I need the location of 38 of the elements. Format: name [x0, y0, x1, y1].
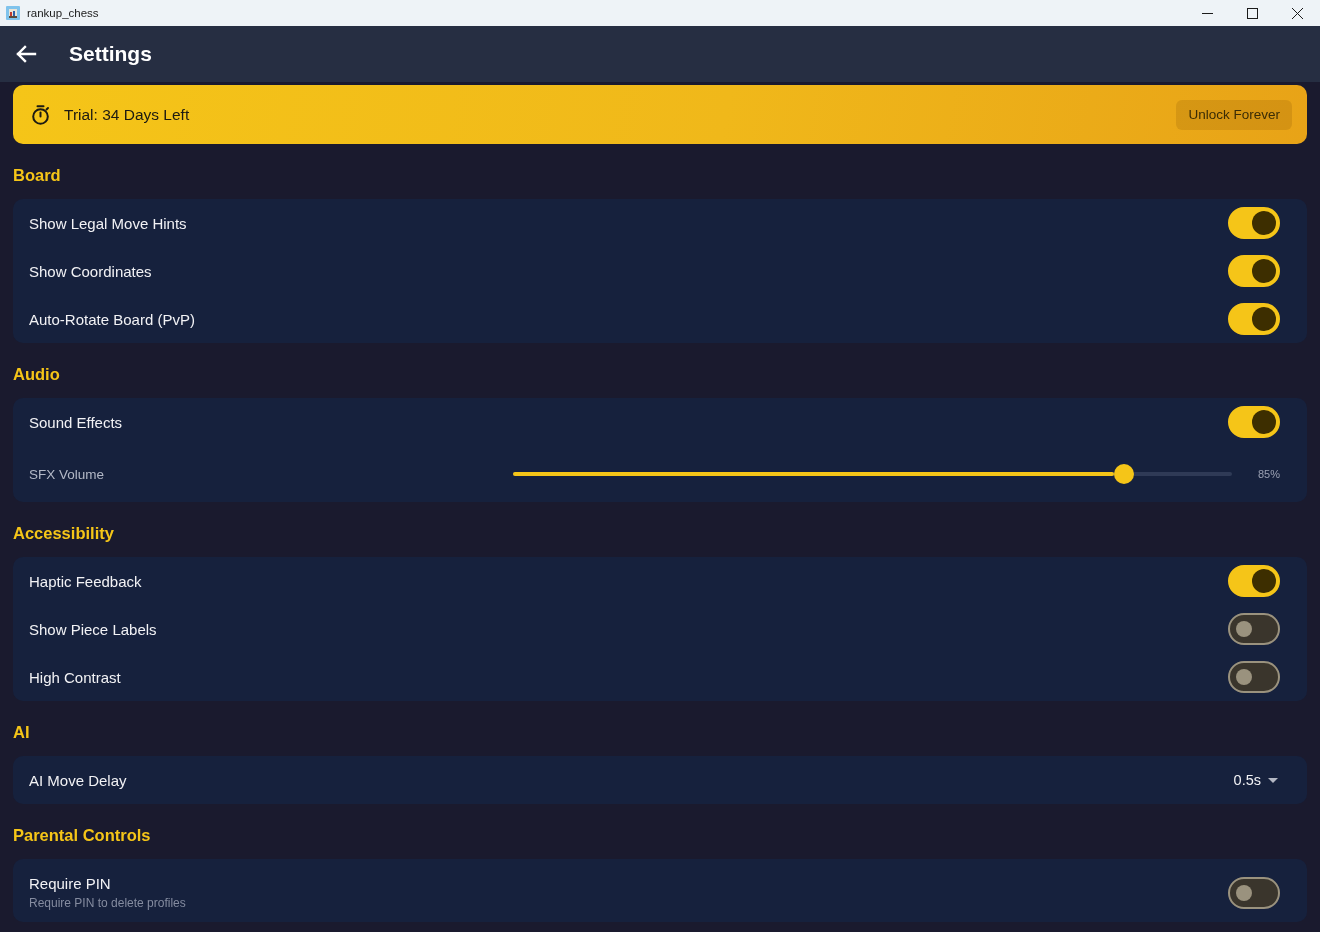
setting-description: Require PIN to delete profiles	[29, 896, 186, 910]
section-heading: Accessibility	[13, 523, 114, 544]
stopwatch-icon	[31, 104, 50, 125]
section-heading: AI	[13, 722, 30, 743]
toggle-switch[interactable]	[1228, 406, 1280, 438]
toggle-switch[interactable]	[1228, 565, 1280, 597]
close-icon	[1292, 7, 1303, 19]
section-heading: Audio	[13, 364, 60, 385]
setting-label: Show Legal Move Hints	[29, 214, 187, 232]
toggle-switch[interactable]	[1228, 255, 1280, 287]
toggle-switch[interactable]	[1228, 876, 1280, 909]
back-button[interactable]	[15, 43, 37, 65]
page-title: Settings	[69, 42, 152, 66]
maximize-icon	[1247, 7, 1258, 19]
setting-label: Haptic Feedback	[29, 572, 142, 590]
toggle-switch[interactable]	[1228, 613, 1280, 645]
toggle-switch[interactable]	[1228, 661, 1280, 693]
window-title: rankup_chess	[27, 7, 99, 19]
setting-label: High Contrast	[29, 668, 121, 686]
caret-down-icon	[1268, 777, 1278, 783]
setting-label: Show Piece Labels	[29, 620, 157, 638]
slider-thumb[interactable]	[1114, 464, 1135, 484]
setting-label: Show Coordinates	[29, 262, 152, 280]
unlock-button[interactable]: Unlock Forever	[1176, 99, 1292, 130]
toggle-switch[interactable]	[1228, 207, 1280, 239]
setting-label: Sound Effects	[29, 413, 123, 431]
volume-reading: 85%	[1256, 468, 1280, 480]
section-heading: Board	[13, 165, 61, 186]
trial-text: Trial: 34 Days Left	[64, 105, 190, 124]
setting-label: Require PIN	[29, 875, 111, 892]
setting-label: AI Move Delay	[29, 771, 127, 789]
arrow-left-icon	[15, 43, 37, 65]
app-icon	[6, 6, 20, 20]
toggle-switch[interactable]	[1228, 303, 1280, 335]
slider-label: SFX Volume	[29, 466, 105, 482]
section-heading: Parental Controls	[13, 825, 151, 846]
setting-label: Auto-Rotate Board (PvP)	[29, 310, 195, 328]
delay-dropdown[interactable]: 0.5s	[1233, 772, 1280, 788]
